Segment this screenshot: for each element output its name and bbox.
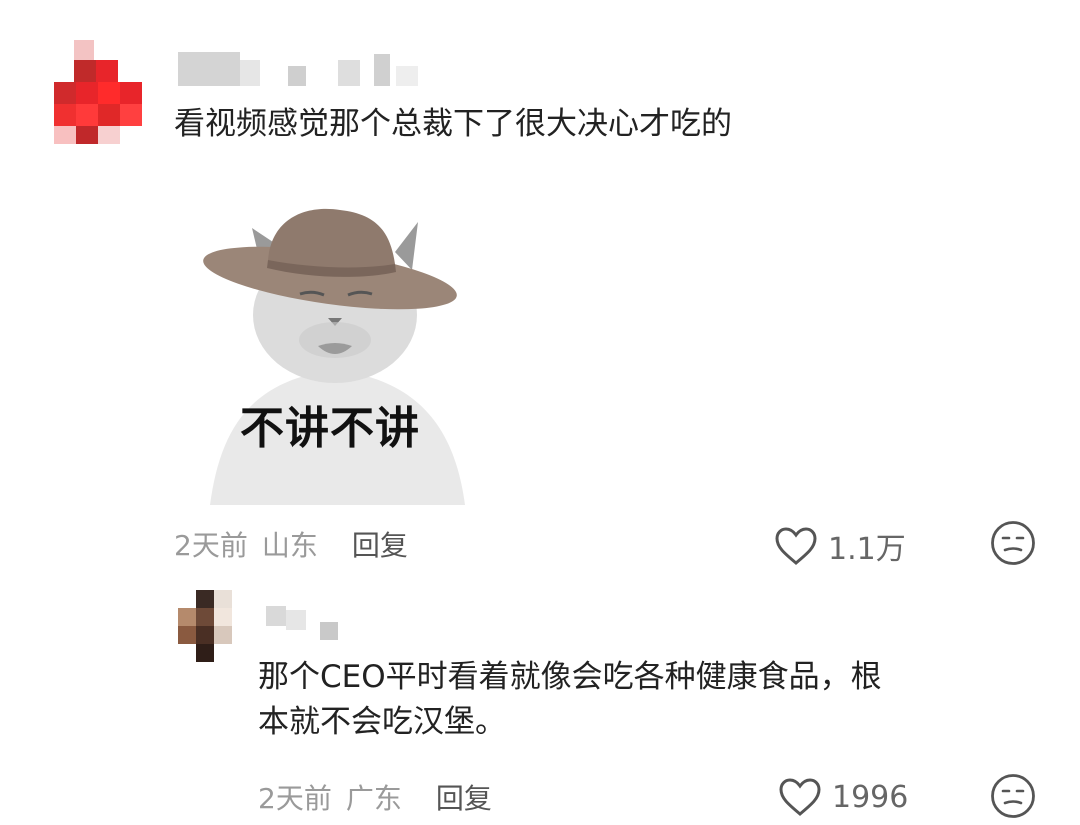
comment-meta: 2天前 山东 回复	[174, 524, 408, 564]
like-button[interactable]: 1996	[778, 777, 908, 817]
avatar[interactable]	[54, 40, 146, 144]
meh-face-icon[interactable]	[990, 773, 1036, 819]
comment-location: 山东	[261, 529, 318, 562]
comment-location: 广东	[345, 782, 402, 815]
heart-outline-icon	[779, 778, 821, 816]
cat-hat-sticker[interactable]	[190, 200, 480, 505]
comment-meta: 2天前 广东 回复	[258, 777, 492, 817]
comment-time: 2天前	[174, 529, 248, 562]
heart-outline-icon	[775, 527, 817, 565]
like-count: 1996	[832, 779, 909, 815]
reply-button[interactable]: 回复	[436, 777, 492, 817]
username-redacted[interactable]	[266, 606, 356, 642]
cat-sticker-image	[203, 208, 465, 505]
username-redacted[interactable]	[178, 52, 448, 86]
meh-face-icon[interactable]	[990, 520, 1036, 566]
comment-time: 2天前	[258, 782, 332, 815]
reply-button[interactable]: 回复	[352, 524, 408, 564]
like-button[interactable]: 1.1万	[774, 524, 906, 568]
sticker-caption: 不讲不讲	[240, 403, 420, 454]
comment-text: 看视频感觉那个总裁下了很大决心才吃的	[174, 106, 732, 142]
comment-text: 那个CEO平时看着就像会吃各种健康食品，根 本就不会吃汉堡。	[258, 659, 882, 740]
like-count: 1.1万	[828, 532, 906, 567]
avatar[interactable]	[178, 590, 250, 664]
